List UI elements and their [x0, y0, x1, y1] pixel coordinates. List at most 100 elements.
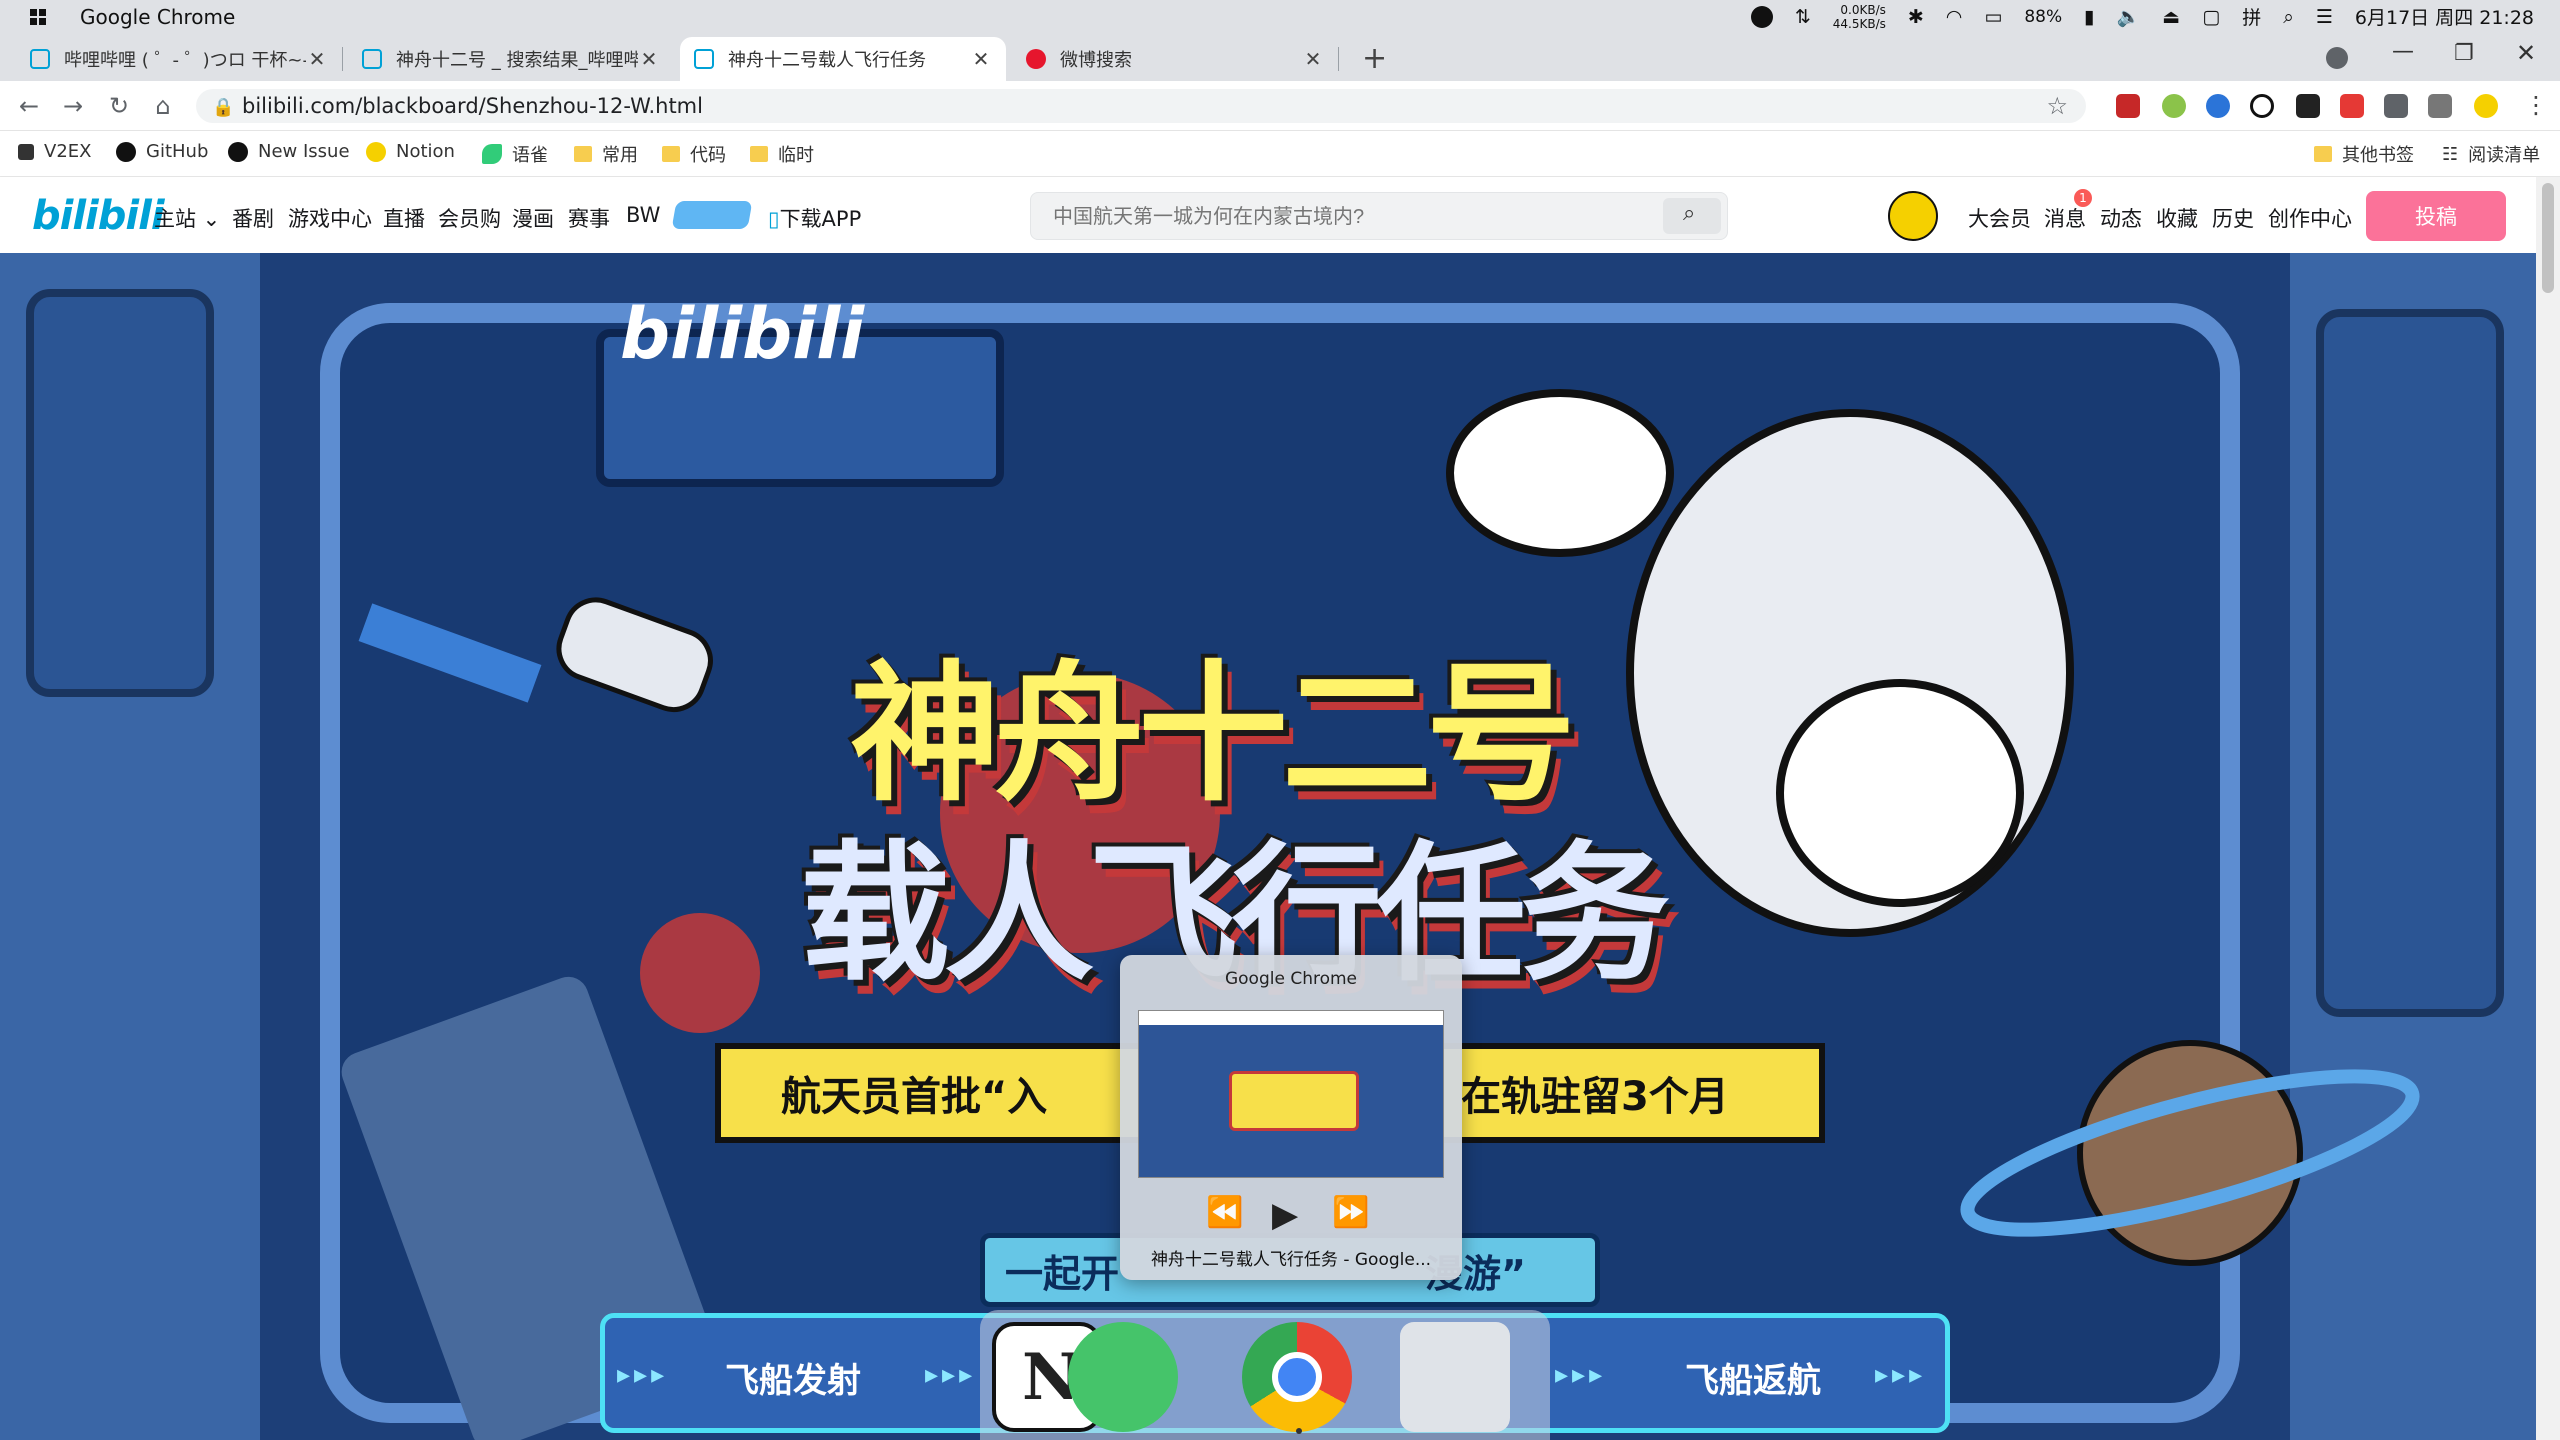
address-bar[interactable]: 🔒 bilibili.com/blackboard/Shenzhou-12-W.…	[196, 89, 2086, 123]
forward-button[interactable]: →	[60, 93, 86, 119]
clock[interactable]: 6月17日 周四 21:28	[2355, 3, 2534, 30]
folder-icon	[574, 146, 592, 162]
nav-bangumi[interactable]: 番剧	[232, 203, 274, 233]
promo-badge-icon[interactable]	[671, 201, 753, 229]
reading-list-icon[interactable]	[2428, 94, 2452, 118]
nav-game-center[interactable]: 游戏中心	[288, 203, 372, 233]
eject-icon[interactable]: ⏏	[2162, 6, 2180, 28]
close-icon[interactable]: ✕	[638, 47, 660, 71]
tab-label: 神舟十二号 _ 搜索结果_哔哩哔哩	[396, 50, 638, 71]
bluetooth-icon[interactable]: ✱	[1908, 6, 1924, 28]
nav-bw[interactable]: BW	[626, 203, 660, 227]
new-tab-button[interactable]: +	[1362, 41, 1387, 76]
nav-live[interactable]: 直播	[383, 203, 425, 233]
volume-icon[interactable]: 🔈	[2117, 5, 2141, 28]
close-window-button[interactable]: ✕	[2516, 39, 2536, 67]
stage-launch[interactable]: 飞船发射	[725, 1353, 861, 1402]
play-icon[interactable]: ▶	[1272, 1195, 1298, 1235]
cta-text-left: 一起开	[1005, 1251, 1120, 1296]
folder-icon	[662, 146, 680, 162]
nav-messages[interactable]: 消息	[2044, 203, 2086, 233]
bookmark-star-icon[interactable]: ☆	[2046, 92, 2068, 120]
lock-icon[interactable]: 🔒	[212, 97, 234, 118]
yuque-icon	[482, 144, 502, 164]
menu-kebab-icon[interactable]: ⋮	[2524, 91, 2548, 119]
tab-shenzhou-mission[interactable]: 神舟十二号载人飞行任务 ✕	[680, 37, 1006, 81]
bookmark-other[interactable]: 其他书签	[2314, 141, 2414, 167]
trash-app-icon[interactable]	[1400, 1322, 1510, 1432]
fast-forward-icon[interactable]: ⏩	[1332, 1195, 1369, 1230]
bookmark-folder-common[interactable]: 常用	[574, 141, 638, 167]
close-icon[interactable]: ✕	[1302, 47, 1324, 71]
steam-icon[interactable]	[1750, 5, 1773, 28]
bookmark-v2ex[interactable]: V2EX	[18, 141, 91, 162]
extension-shield-icon[interactable]	[2116, 94, 2140, 118]
nav-dynamics[interactable]: 动态	[2100, 203, 2142, 233]
extension-circle-icon[interactable]	[2162, 94, 2186, 118]
nav-history[interactable]: 历史	[2212, 203, 2254, 233]
tab-weibo-search[interactable]: 微博搜索 ✕	[1012, 37, 1339, 81]
close-icon[interactable]: ✕	[306, 47, 328, 71]
extension-red-icon[interactable]	[2340, 94, 2364, 118]
os-title-bar: Google Chrome ⇅ 0.0KB/s 44.5KB/s ✱ ◠ ▭ 88…	[0, 0, 2560, 33]
bookmark-new-issue[interactable]: New Issue	[228, 141, 350, 162]
chrome-app-icon[interactable]	[1242, 1322, 1352, 1432]
media-controls-popup: Google Chrome ⏪ ▶ ⏩ 神舟十二号载人飞行任务 - Google…	[1120, 955, 1462, 1280]
tab-search-results[interactable]: 神舟十二号 _ 搜索结果_哔哩哔哩 ✕	[348, 37, 674, 81]
nav-main-site[interactable]: 主站 ⌄	[154, 203, 220, 233]
upload-button[interactable]: 投稿	[2366, 191, 2506, 241]
ime-indicator[interactable]: 拼	[2242, 3, 2261, 30]
url-text: bilibili.com/blackboard/Shenzhou-12-W.ht…	[242, 94, 703, 118]
nav-mall[interactable]: 会员购	[438, 203, 501, 233]
weibo-tab-icon	[1026, 49, 1046, 69]
search-button[interactable]: ⌕	[1663, 198, 1721, 234]
bookmark-notion[interactable]: Notion	[366, 141, 455, 162]
battery-icon[interactable]: ▮	[2084, 6, 2094, 28]
nav-favorites[interactable]: 收藏	[2156, 203, 2198, 233]
arrow-icon: ▸▸▸	[1875, 1360, 1927, 1390]
battery-level[interactable]: 88%	[2024, 7, 2062, 27]
wifi-icon[interactable]: ◠	[1946, 6, 1963, 28]
nav-vip[interactable]: 大会员	[1968, 203, 2031, 233]
sync-icon[interactable]: ⇅	[1795, 6, 1811, 28]
nav-download-app[interactable]: ▯下载APP	[768, 203, 861, 233]
phone-icon: ▯	[768, 207, 780, 231]
bookmark-folder-code[interactable]: 代码	[662, 141, 726, 167]
nav-creator-center[interactable]: 创作中心	[2268, 203, 2352, 233]
control-center-icon[interactable]: ☰	[2316, 6, 2333, 28]
media-thumbnail[interactable]	[1138, 1010, 1444, 1178]
window-icon[interactable]: ▢	[2202, 6, 2220, 28]
banner-text-left: 航天员首批“入	[781, 1074, 1048, 1120]
bookmark-yuque[interactable]: 语雀	[482, 141, 548, 167]
extension-badge-icon[interactable]	[2296, 94, 2320, 118]
reading-list[interactable]: ☷ 阅读清单	[2442, 141, 2540, 167]
bookmark-folder-temp[interactable]: 临时	[750, 141, 814, 167]
rewind-icon[interactable]: ⏪	[1206, 1195, 1243, 1230]
close-icon[interactable]: ✕	[970, 47, 992, 71]
stage-return[interactable]: 飞船返航	[1685, 1353, 1821, 1402]
back-button[interactable]: ←	[16, 93, 42, 119]
home-button[interactable]: ⌂	[150, 93, 176, 119]
tab-search-icon[interactable]	[2326, 47, 2348, 69]
nav-manga[interactable]: 漫画	[512, 203, 554, 233]
bilibili-logo[interactable]: bilibili	[32, 193, 165, 239]
extension-shield-blue-icon[interactable]	[2206, 94, 2230, 118]
display-icon[interactable]: ▭	[1984, 6, 2002, 28]
reload-button[interactable]: ↻	[106, 93, 132, 119]
restore-button[interactable]: ❐	[2454, 41, 2474, 66]
yuque-app-icon[interactable]	[1068, 1322, 1178, 1432]
bookmark-github[interactable]: GitHub	[116, 141, 208, 162]
banner-text-right: 在轨驻留3个月	[1461, 1074, 1729, 1120]
block-icon[interactable]	[2250, 94, 2274, 118]
scrollbar-thumb[interactable]	[2542, 183, 2554, 293]
minimize-button[interactable]: —	[2392, 39, 2414, 64]
windows-logo-icon[interactable]	[30, 9, 46, 25]
search-icon[interactable]: ⌕	[2283, 6, 2294, 28]
profile-avatar[interactable]	[2474, 94, 2498, 118]
puzzle-icon[interactable]	[2384, 94, 2408, 118]
search-input[interactable]	[1053, 201, 1653, 233]
user-avatar[interactable]	[1888, 191, 1938, 241]
tab-bilibili-home[interactable]: 哔哩哔哩 ( ゜- ゜)つロ 干杯~-bili ✕	[16, 37, 343, 81]
nav-esports[interactable]: 赛事	[568, 203, 610, 233]
page-scrollbar[interactable]	[2536, 177, 2560, 1440]
